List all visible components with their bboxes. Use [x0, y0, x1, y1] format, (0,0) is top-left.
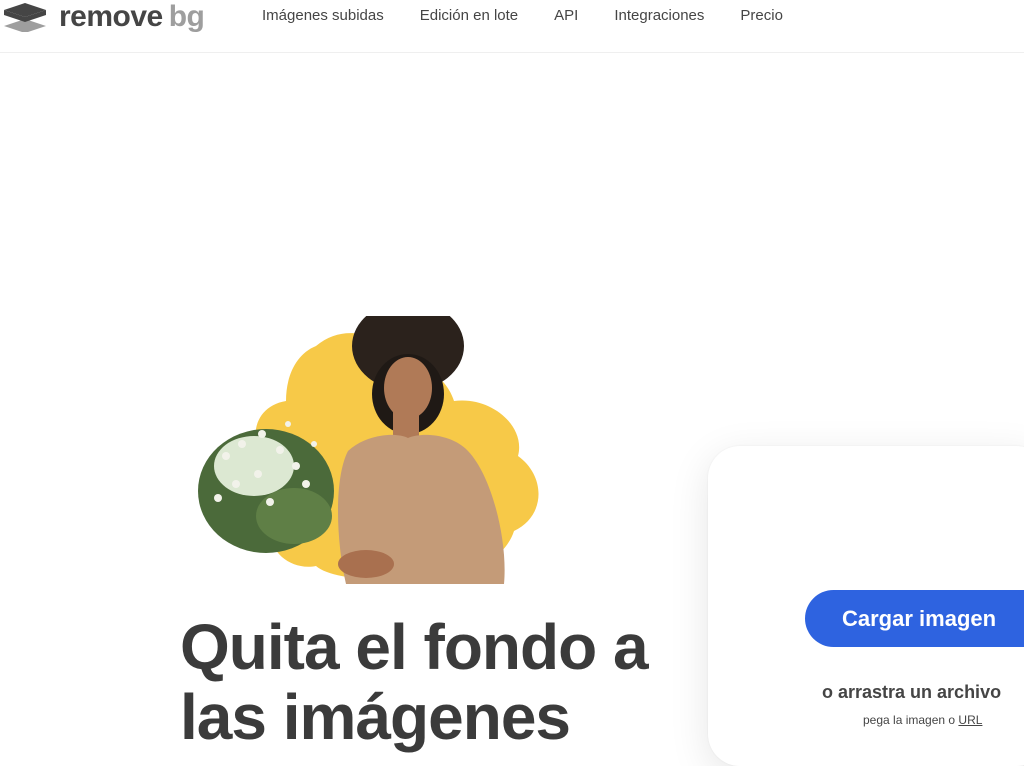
paste-hint-text: pega la imagen o	[863, 713, 956, 727]
nav-integrations[interactable]: Integraciones	[614, 7, 704, 24]
headline-line-2: las imágenes	[180, 681, 571, 753]
layers-logo-icon	[4, 3, 46, 32]
url-link[interactable]: URL	[958, 713, 982, 727]
headline-line-1: Quita el fondo a	[180, 611, 649, 683]
main-nav: Imágenes subidas Edición en lote API Int…	[262, 7, 783, 24]
logo-word-bg: bg	[168, 0, 205, 33]
nav-api[interactable]: API	[554, 7, 578, 24]
hero-headline: Quita el fondo a las imágenes	[180, 612, 700, 752]
nav-pricing[interactable]: Precio	[740, 7, 783, 24]
paste-hint: pega la imagen o URL	[863, 713, 982, 727]
removebg-logo[interactable]: remove bg	[3, 0, 205, 34]
logo-word-remove: remove	[59, 0, 163, 33]
upload-image-button[interactable]: Cargar imagen	[805, 590, 1024, 647]
drop-file-hint: o arrastra un archivo	[822, 682, 1002, 702]
top-navigation-bar: remove bg Imágenes subidas Edición en lot…	[0, 0, 1024, 53]
woman-with-flowers-image	[198, 301, 539, 584]
nav-uploaded-images[interactable]: Imágenes subidas	[262, 7, 384, 24]
nav-bulk-editing[interactable]: Edición en lote	[420, 7, 518, 24]
logo-wordmark: remove bg	[59, 0, 205, 33]
hero-illustration	[196, 301, 576, 586]
